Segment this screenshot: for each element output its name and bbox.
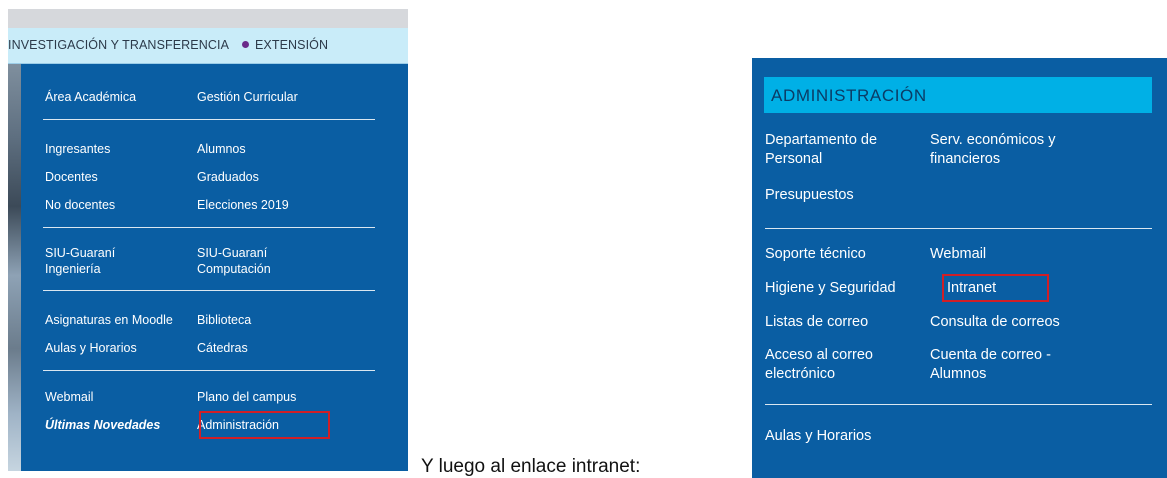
link-plano-campus[interactable]: Plano del campus (197, 389, 296, 405)
link-departamento-personal[interactable]: Departamento de Personal (765, 131, 877, 169)
link-aulas-horarios-admin[interactable]: Aulas y Horarios (765, 427, 871, 446)
link-serv-economicos[interactable]: Serv. económicos y financieros (930, 131, 1055, 169)
link-ultimas-novedades[interactable]: Últimas Novedades (45, 417, 160, 433)
menu-divider (765, 404, 1152, 405)
highlight-box-intranet (942, 274, 1049, 302)
left-menu-screenshot: INVESTIGACIÓN Y TRANSFERENCIA EXTENSIÓN … (8, 9, 408, 471)
link-soporte-tecnico[interactable]: Soporte técnico (765, 245, 866, 264)
link-siu-ingenieria[interactable]: SIU-Guaraní Ingeniería (45, 245, 115, 277)
menu-divider (43, 370, 375, 371)
link-acceso-correo[interactable]: Acceso al correo electrónico (765, 346, 873, 384)
background-photo (8, 64, 21, 471)
link-presupuestos[interactable]: Presupuestos (765, 186, 854, 205)
link-consulta-correos[interactable]: Consulta de correos (930, 313, 1060, 332)
menu-divider (43, 227, 375, 228)
link-area-academica[interactable]: Área Académica (45, 89, 136, 105)
mega-menu: Área Académica Gestión Curricular Ingres… (21, 64, 408, 471)
link-higiene-seguridad[interactable]: Higiene y Seguridad (765, 279, 896, 298)
link-catedras[interactable]: Cátedras (197, 340, 248, 356)
bullet-dot-icon (242, 41, 249, 48)
link-webmail[interactable]: Webmail (45, 389, 93, 405)
link-alumnos[interactable]: Alumnos (197, 141, 246, 157)
link-cuenta-correo-alumnos[interactable]: Cuenta de correo - Alumnos (930, 346, 1051, 384)
link-gestion-curricular[interactable]: Gestión Curricular (197, 89, 298, 105)
top-nav-strip: INVESTIGACIÓN Y TRANSFERENCIA EXTENSIÓN (8, 28, 408, 64)
link-biblioteca[interactable]: Biblioteca (197, 312, 251, 328)
link-aulas-horarios[interactable]: Aulas y Horarios (45, 340, 137, 356)
link-webmail-admin[interactable]: Webmail (930, 245, 986, 264)
menu-divider (43, 290, 375, 291)
link-graduados[interactable]: Graduados (197, 169, 259, 185)
nav-extension-label: EXTENSIÓN (255, 38, 329, 52)
link-ingresantes[interactable]: Ingresantes (45, 141, 110, 157)
administracion-menu-screenshot: ADMINISTRACIÓN Departamento de Personal … (752, 58, 1167, 478)
administracion-title: ADMINISTRACIÓN (771, 86, 927, 105)
link-elecciones[interactable]: Elecciones 2019 (197, 197, 289, 213)
instruction-caption: Y luego al enlace intranet: (421, 456, 641, 477)
menu-divider (765, 228, 1152, 229)
link-listas-correo[interactable]: Listas de correo (765, 313, 868, 332)
link-docentes[interactable]: Docentes (45, 169, 98, 185)
highlight-box-administracion (199, 411, 330, 439)
link-no-docentes[interactable]: No docentes (45, 197, 115, 213)
browser-top-bar (8, 9, 408, 28)
link-moodle[interactable]: Asignaturas en Moodle (45, 312, 173, 328)
nav-extension[interactable]: EXTENSIÓN (242, 38, 328, 52)
link-siu-computacion[interactable]: SIU-Guaraní Computación (197, 245, 271, 277)
nav-investigacion[interactable]: INVESTIGACIÓN Y TRANSFERENCIA (8, 38, 229, 52)
menu-divider (43, 119, 375, 120)
administracion-header: ADMINISTRACIÓN (764, 77, 1152, 113)
